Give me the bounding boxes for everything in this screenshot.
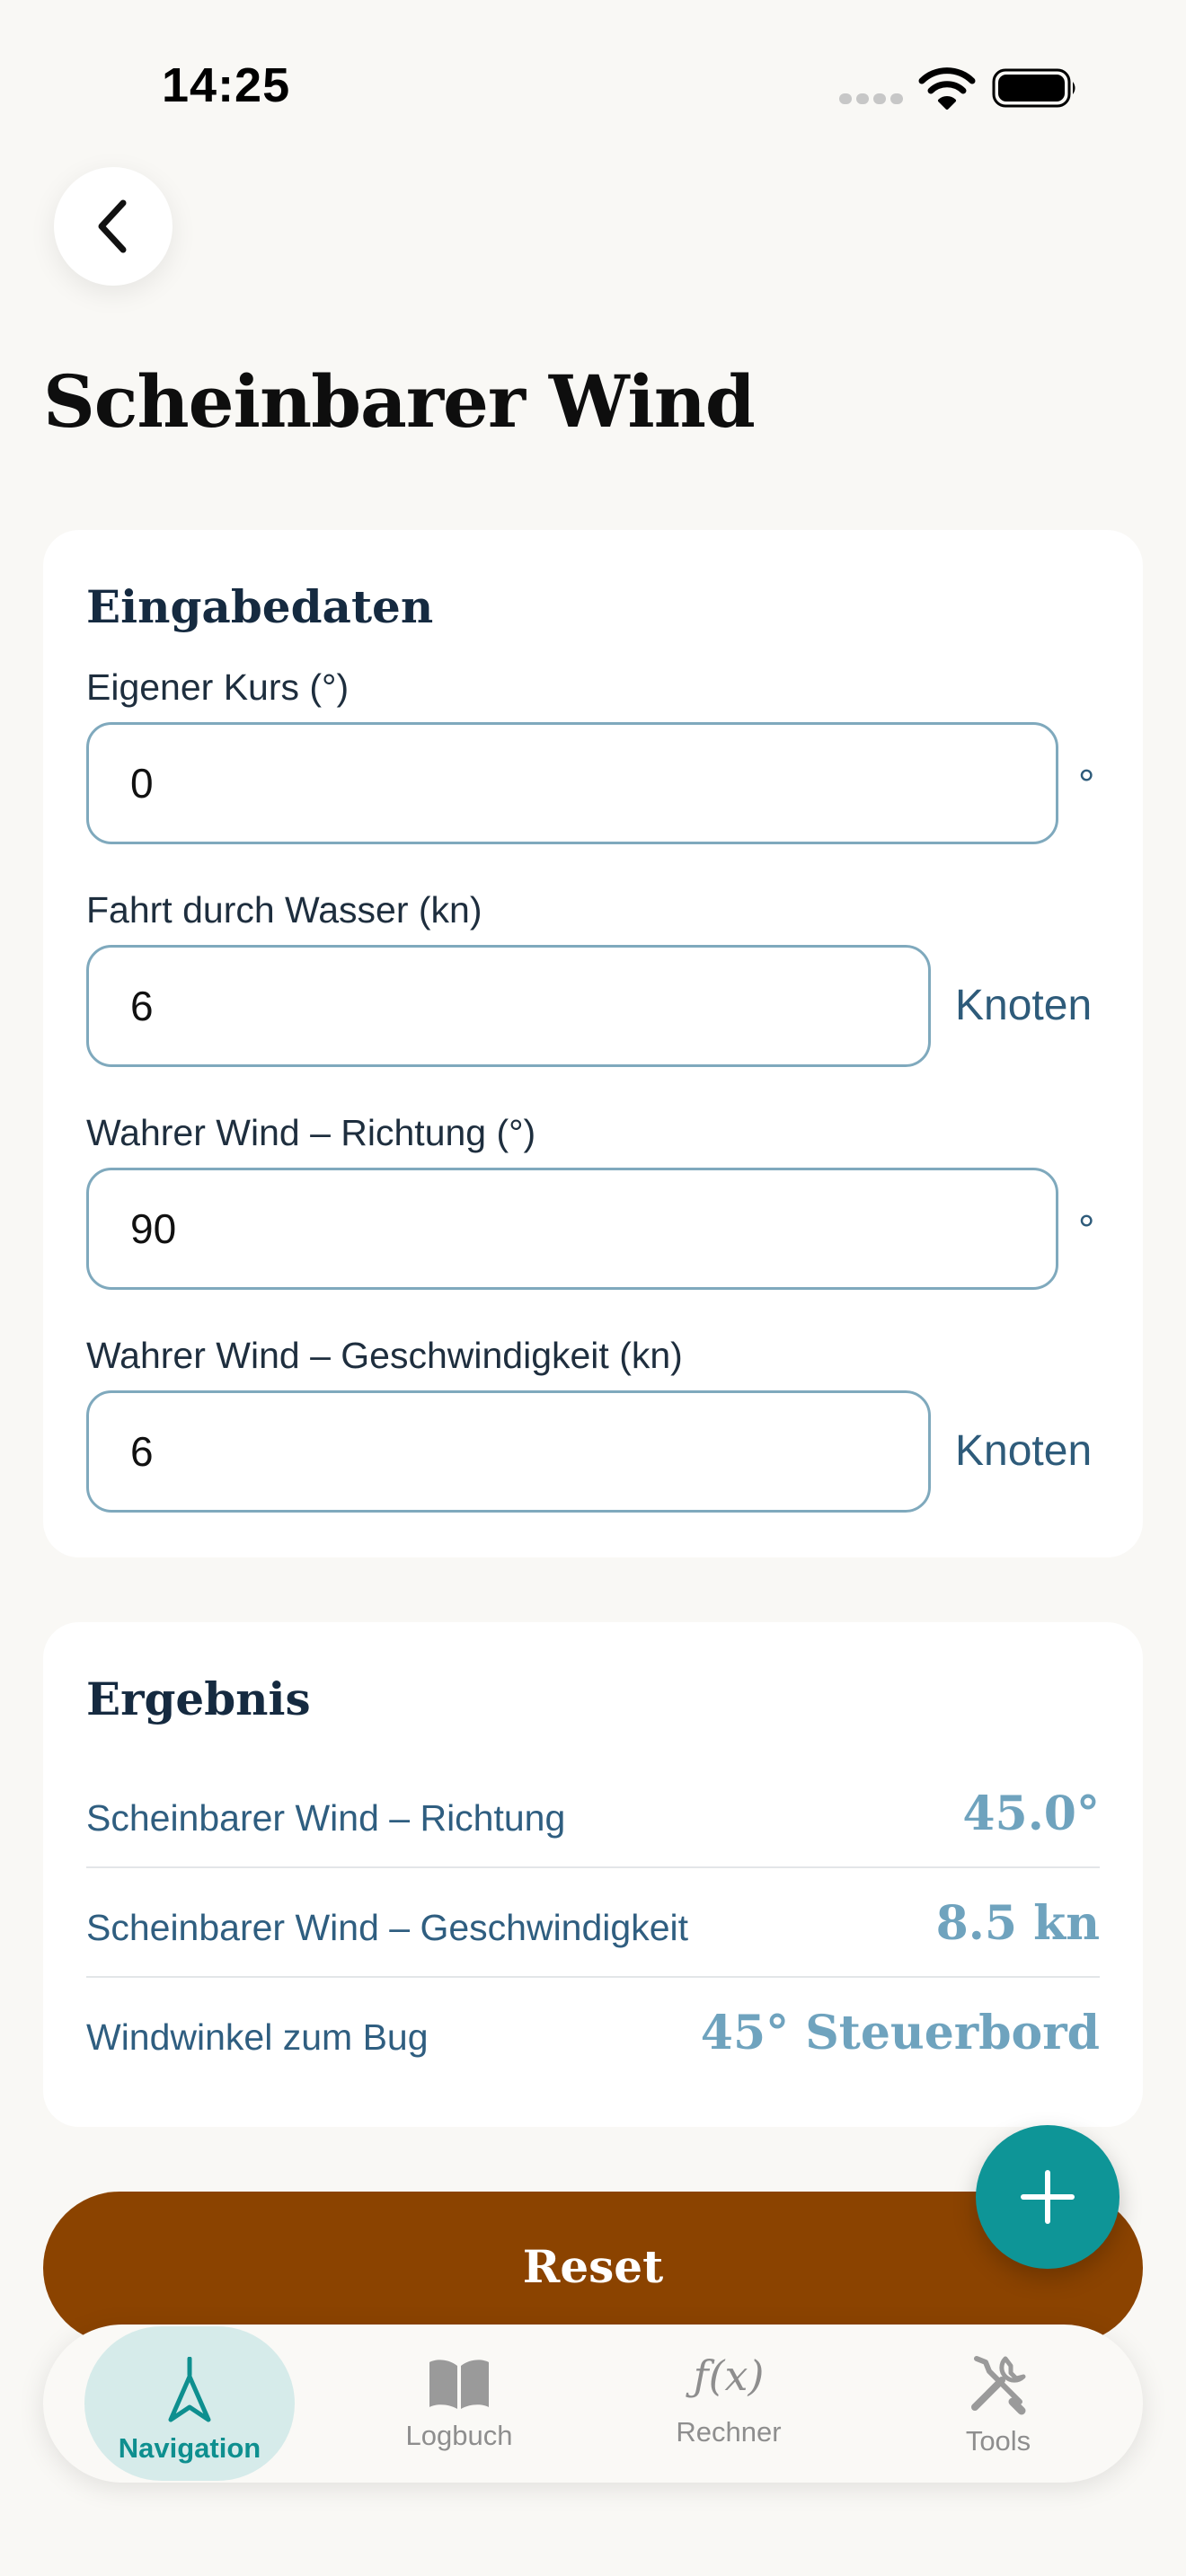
tab-logbuch[interactable]: Logbuch — [354, 2325, 564, 2483]
speed-unit: Knoten — [955, 982, 1093, 1029]
function-icon: ƒ(x) — [693, 2351, 765, 2400]
result-row: Windwinkel zum Bug 45° Steuerbord — [86, 1978, 1100, 2086]
result-card: Ergebnis Scheinbarer Wind – Richtung 45.… — [43, 1622, 1143, 2127]
true-wind-direction-label: Wahrer Wind – Richtung (°) — [86, 1112, 536, 1153]
speed-input[interactable] — [86, 945, 931, 1067]
tab-label: Rechner — [676, 2416, 782, 2448]
navigation-arrow-icon — [168, 2357, 211, 2422]
tab-label: Logbuch — [405, 2420, 513, 2451]
tab-navigation[interactable]: Navigation — [84, 2326, 295, 2481]
speed-label: Fahrt durch Wasser (kn) — [86, 889, 482, 931]
add-button[interactable] — [976, 2125, 1120, 2269]
wind-angle-label: Windwinkel zum Bug — [86, 2016, 429, 2058]
true-wind-direction-unit: ° — [1078, 1206, 1095, 1253]
tab-bar: Navigation Logbuch ƒ(x) Rechner Tools — [43, 2325, 1143, 2483]
tools-icon — [971, 2356, 1026, 2415]
status-bar: 14:25 — [0, 0, 1186, 171]
apparent-wind-speed-label: Scheinbarer Wind – Geschwindigkeit — [86, 1907, 688, 1948]
apparent-wind-direction-value: 45.0° — [962, 1786, 1100, 1841]
tab-label: Tools — [965, 2425, 1031, 2457]
signal-icon — [839, 93, 903, 106]
input-card-title: Eingabedaten — [86, 580, 434, 633]
tab-rechner[interactable]: ƒ(x) Rechner — [624, 2325, 834, 2483]
screen: 14:25 Scheinbarer Wind Eingabedaten Eige… — [0, 0, 1186, 2576]
wind-angle-value: 45° Steuerbord — [700, 2006, 1100, 2060]
status-time: 14:25 — [162, 58, 291, 112]
true-wind-speed-label: Wahrer Wind – Geschwindigkeit (kn) — [86, 1335, 683, 1376]
apparent-wind-speed-value: 8.5 kn — [935, 1896, 1100, 1951]
course-unit: ° — [1078, 761, 1095, 807]
result-row: Scheinbarer Wind – Geschwindigkeit 8.5 k… — [86, 1868, 1100, 1978]
tab-tools[interactable]: Tools — [893, 2325, 1103, 2483]
course-label: Eigener Kurs (°) — [86, 666, 350, 708]
true-wind-speed-input[interactable] — [86, 1390, 931, 1513]
course-input[interactable] — [86, 722, 1058, 844]
wifi-icon — [918, 67, 976, 110]
book-icon — [429, 2360, 489, 2409]
input-card: Eingabedaten Eigener Kurs (°) ° Fahrt du… — [43, 530, 1143, 1557]
plus-icon — [1021, 2170, 1075, 2224]
chevron-left-icon — [98, 199, 127, 253]
true-wind-speed-unit: Knoten — [955, 1427, 1093, 1475]
apparent-wind-direction-label: Scheinbarer Wind – Richtung — [86, 1797, 566, 1839]
battery-icon — [992, 68, 1075, 108]
page-title: Scheinbarer Wind — [43, 359, 756, 444]
true-wind-direction-input[interactable] — [86, 1168, 1058, 1290]
back-button[interactable] — [54, 167, 173, 286]
result-row: Scheinbarer Wind – Richtung 45.0° — [86, 1759, 1100, 1868]
result-card-title: Ergebnis — [86, 1672, 311, 1725]
tab-label: Navigation — [118, 2432, 261, 2464]
